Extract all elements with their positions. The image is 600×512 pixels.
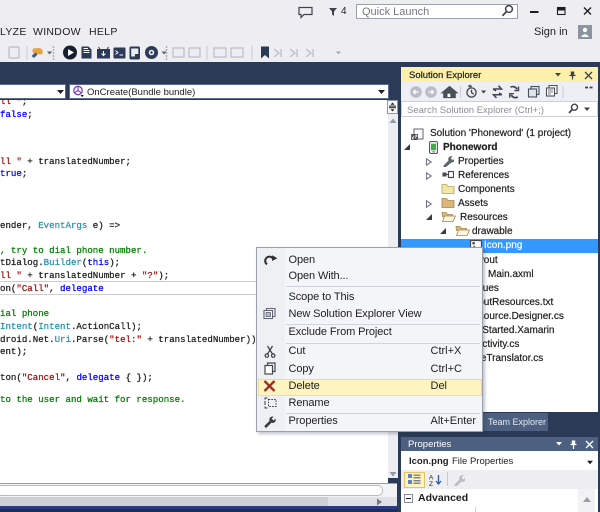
svg-text:Z: Z xyxy=(429,481,433,486)
